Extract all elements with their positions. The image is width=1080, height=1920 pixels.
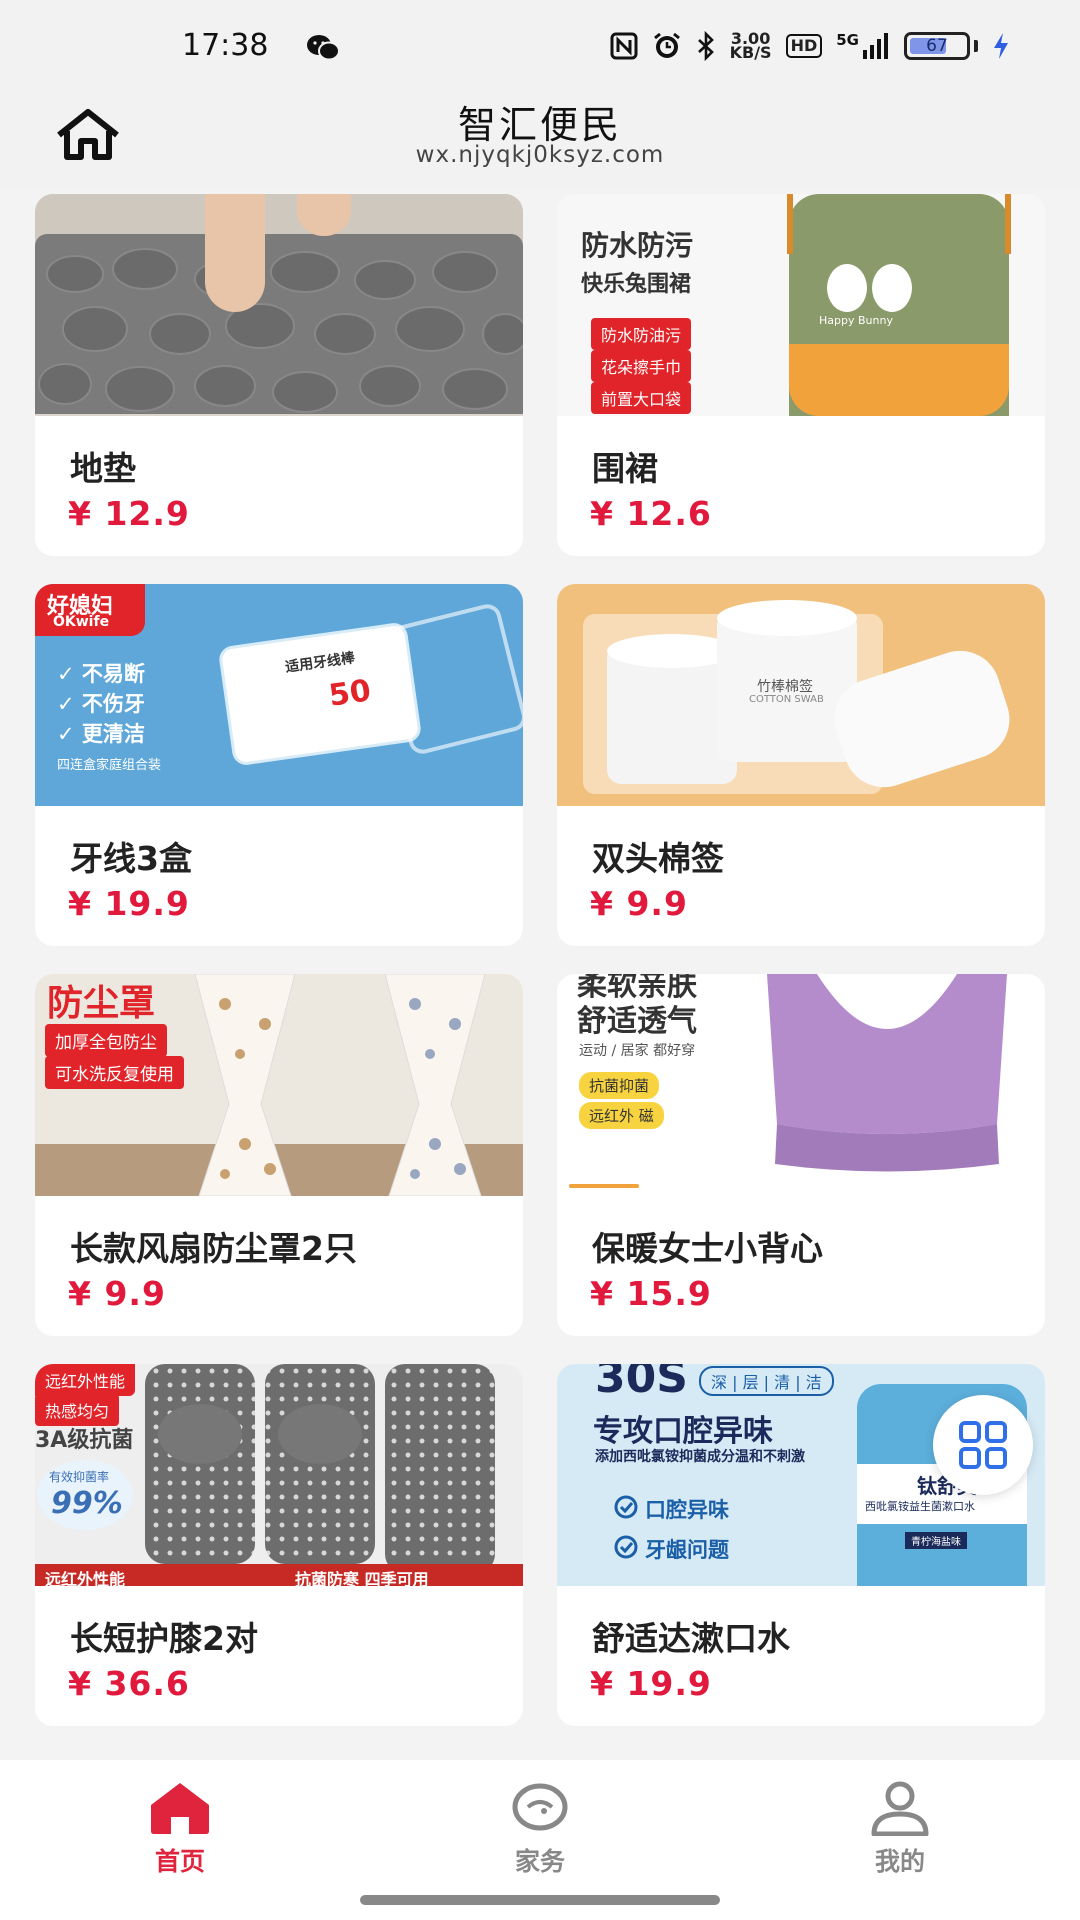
product-image-floor-mat [35,194,523,416]
product-name: 保暖女士小背心 [592,1229,823,1268]
floating-grid-button[interactable] [933,1395,1033,1495]
product-image-fan-cover: 防尘罩 加厚全包防尘 可水洗反复使用 [35,974,523,1196]
product-image-apron: 防水防污 快乐兔围裙 防水防油污 花朵擦手巾 前置大口袋 Happy Bunny [557,194,1045,416]
chat-icon [512,1783,568,1831]
product-price: ¥ 12.9 [68,494,190,533]
product-image-cotton-swabs: 竹棒棉签 COTTON SWAB [557,584,1045,806]
product-name: 长短护膝2对 [70,1619,258,1658]
product-price: ¥ 19.9 [590,1664,712,1703]
hd-badge: HD [785,34,823,58]
product-name: 双头棉签 [592,839,724,878]
bluetooth-icon [696,31,716,61]
user-icon [871,1781,929,1836]
product-name: 舒适达漱口水 [592,1619,790,1658]
product-name: 牙线3盒 [70,839,192,878]
product-name: 长款风扇防尘罩2只 [70,1229,357,1268]
product-card[interactable]: 远红外性能 热感均匀 3A级抗菌 有效抑菌率 99% 远红外性能 抗菌防寒 四季… [35,1364,523,1726]
product-price: ¥ 15.9 [590,1274,712,1313]
signal-icon: 5G [836,31,890,61]
product-card[interactable]: 地垫 ¥ 12.9 [35,194,523,556]
product-card[interactable]: 好媳妇 OKwife ✓ 不易断 ✓ 不伤牙 ✓ 更清洁 四连盒家庭组合装 适用… [35,584,523,946]
network-speed: 3.00 KB/S [729,29,772,62]
product-name: 地垫 [70,449,136,488]
status-time: 17:38 [182,28,269,63]
product-grid: 地垫 ¥ 12.9 防水防污 快乐兔围裙 防水防油污 花朵擦手巾 前置大口袋 H… [0,190,1080,1760]
product-price: ¥ 19.9 [68,884,190,923]
app-header: 智汇便民 wx.njyqkj0ksyz.com [0,90,1080,190]
battery-icon: 67 [904,32,970,60]
status-bar: 17:38 3.00 KB/S HD 5G 67 [0,0,1080,90]
product-card[interactable]: 竹棒棉签 COTTON SWAB 双头棉签 ¥ 9.9 [557,584,1045,946]
tab-housework[interactable]: 家务 [460,1780,620,1890]
status-icons: 3.00 KB/S HD 5G 67 [610,28,1010,64]
product-image-knee-pads: 远红外性能 热感均匀 3A级抗菌 有效抑菌率 99% 远红外性能 抗菌防寒 四季… [35,1364,523,1586]
wechat-icon [307,35,340,61]
home-icon [151,1783,209,1834]
alarm-icon [652,31,682,61]
tab-profile[interactable]: 我的 [820,1780,980,1890]
product-name: 围裙 [592,449,658,488]
home-indicator [360,1895,720,1905]
product-image-vest: 柔软亲肤 舒适透气 运动 / 居家 都好穿 抗菌抑菌 远红外 磁 [557,974,1045,1196]
product-card[interactable]: 防水防污 快乐兔围裙 防水防油污 花朵擦手巾 前置大口袋 Happy Bunny… [557,194,1045,556]
page-title: 智汇便民 [457,103,622,147]
product-price: ¥ 36.6 [68,1664,190,1703]
product-card[interactable]: 防尘罩 加厚全包防尘 可水洗反复使用 长款风扇防尘罩2只 ¥ 9.9 [35,974,523,1336]
nfc-icon [610,31,638,61]
product-price: ¥ 12.6 [590,494,712,533]
product-price: ¥ 9.9 [590,884,688,923]
product-price: ¥ 9.9 [68,1274,166,1313]
page-url: wx.njyqkj0ksyz.com [415,142,665,168]
tab-home[interactable]: 首页 [100,1780,260,1890]
product-image-floss: 好媳妇 OKwife ✓ 不易断 ✓ 不伤牙 ✓ 更清洁 四连盒家庭组合装 适用… [35,584,523,806]
charging-icon [992,31,1010,61]
product-card[interactable]: 柔软亲肤 舒适透气 运动 / 居家 都好穿 抗菌抑菌 远红外 磁 保暖女士小背心… [557,974,1045,1336]
grid-icon [959,1421,1007,1469]
